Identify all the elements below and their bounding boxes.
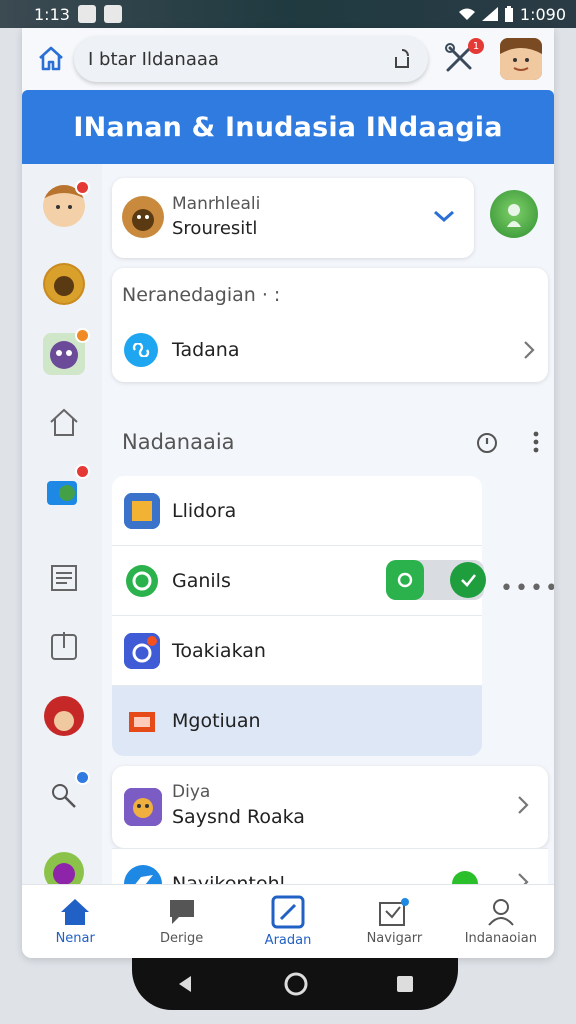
- feature-toggle[interactable]: [386, 560, 486, 600]
- account-avatar: [122, 196, 164, 238]
- edit-icon: [271, 895, 305, 929]
- account-selector[interactable]: Manrhleali Srouresitl: [112, 178, 474, 258]
- export-icon: [51, 632, 77, 660]
- nav-tab-edit[interactable]: Aradan: [235, 885, 341, 958]
- detail-label: Diya: [172, 782, 211, 802]
- nav-label: Aradan: [264, 933, 312, 948]
- tools-button[interactable]: 1: [442, 38, 484, 80]
- signal-icon: [481, 7, 498, 21]
- nav-tab-home[interactable]: Nenar: [22, 885, 128, 958]
- list-item-selected[interactable]: Mgotiuan: [112, 686, 482, 756]
- notification-badge: [75, 328, 90, 343]
- page-title: INanan & Inudasia INdaagia: [22, 90, 554, 164]
- home-icon: [39, 46, 63, 71]
- list-item-label: Llidora: [172, 499, 237, 522]
- character-icon: [124, 788, 162, 826]
- section-title: Neranedagian · :: [122, 284, 281, 306]
- left-sidebar: [22, 164, 102, 892]
- sidebar-item-user2[interactable]: [42, 694, 86, 738]
- system-navigation-bar: [132, 958, 458, 1010]
- back-icon[interactable]: [175, 973, 197, 995]
- list-item-label: Ganils: [172, 569, 231, 592]
- nav-label: Derige: [160, 931, 204, 946]
- list-item-label: Tadana: [172, 339, 240, 361]
- nav-tab-inbox[interactable]: Navigarr: [341, 885, 447, 958]
- top-bar: I btar Ildanaaa 1: [22, 28, 554, 90]
- avatar: [43, 695, 85, 737]
- profile-icon: [488, 899, 514, 926]
- battery-icon: [504, 6, 513, 22]
- app-window: I btar Ildanaaa 1 INanan & Inudasia INda…: [22, 28, 554, 958]
- search-value: I btar Ildanaaa: [88, 48, 219, 70]
- chevron-right-icon: [524, 341, 535, 359]
- check-icon: [450, 562, 486, 598]
- status-time: 1:13: [34, 4, 70, 24]
- info-icon[interactable]: [476, 432, 498, 454]
- search-input[interactable]: I btar Ildanaaa: [74, 36, 428, 82]
- figure-icon: [507, 204, 521, 227]
- status-bar: 1:13 1:090: [0, 0, 576, 28]
- sidebar-item-search[interactable]: [42, 770, 90, 818]
- chevron-down-icon[interactable]: [432, 208, 456, 224]
- detail-card[interactable]: Diya Saysnd Roaka: [112, 766, 548, 848]
- app-circle-icon: [124, 563, 160, 599]
- toggle-knob-icon: [386, 560, 424, 600]
- chat-icon: [169, 900, 194, 924]
- list-icon: [51, 565, 77, 591]
- wifi-icon: [458, 8, 475, 20]
- list-item[interactable]: Tadana: [112, 328, 548, 372]
- lion-avatar-icon: [43, 263, 85, 305]
- app-tile-icon: [124, 703, 160, 739]
- notification-badge: [75, 770, 90, 785]
- notification-badge: [75, 464, 90, 479]
- more-vertical-icon[interactable]: [528, 430, 544, 454]
- sidebar-item-lion[interactable]: [42, 262, 86, 306]
- app-tile-icon: [124, 632, 160, 669]
- main-content: Manrhleali Srouresitl Neranedagian · : T…: [102, 164, 554, 918]
- home-button[interactable]: [26, 36, 76, 80]
- group-list: Llidora Ganils Toakiakan Mgotiuan: [112, 476, 482, 762]
- chevron-right-icon: [518, 796, 529, 814]
- app-tile-icon: [124, 492, 160, 529]
- nav-label: Navigarr: [366, 931, 423, 946]
- sidebar-item-user1[interactable]: [42, 180, 90, 228]
- sidebar-item-home[interactable]: [42, 400, 86, 444]
- nav-label: Indanaoian: [464, 931, 537, 946]
- section-card: Neranedagian · : Tadana: [112, 268, 548, 382]
- home-circle-icon[interactable]: [283, 971, 309, 997]
- nav-tab-chat[interactable]: Derige: [128, 885, 234, 958]
- inbox-icon: [379, 898, 410, 926]
- list-item[interactable]: Llidora: [112, 476, 482, 546]
- sidebar-item-list[interactable]: [42, 556, 86, 600]
- status-time-right: 1:090: [519, 4, 566, 24]
- sidebar-item-export[interactable]: [42, 624, 86, 668]
- avatar-image: [500, 38, 542, 80]
- list-item[interactable]: Toakiakan: [112, 616, 482, 686]
- home-icon: [50, 408, 78, 436]
- profile-avatar[interactable]: [500, 38, 542, 80]
- secondary-avatar[interactable]: [490, 190, 538, 238]
- bottom-navigation: Nenar Derige Aradan Navigarr Indanaoian: [22, 884, 554, 958]
- account-label: Manrhleali: [172, 194, 261, 214]
- account-value: Srouresitl: [172, 218, 258, 239]
- nav-tab-profile[interactable]: Indanaoian: [448, 885, 554, 958]
- list-item-label: Mgotiuan: [172, 710, 261, 732]
- sync-icon: [124, 333, 158, 367]
- more-horizontal-icon[interactable]: ••••: [500, 576, 554, 601]
- home-icon: [61, 899, 90, 925]
- notification-badge: 1: [468, 38, 484, 54]
- search-icon: [52, 784, 76, 808]
- list-item-label: Toakiakan: [172, 639, 266, 662]
- app-notification-icon: [103, 5, 122, 23]
- notification-icon: [77, 5, 96, 23]
- notification-badge: [75, 180, 90, 195]
- sidebar-item-monster[interactable]: [42, 328, 90, 376]
- recents-icon[interactable]: [395, 974, 415, 994]
- group-title: Nadanaaia: [122, 430, 235, 454]
- gallery-icon: [47, 481, 77, 505]
- share-icon[interactable]: [390, 47, 414, 71]
- detail-value: Saysnd Roaka: [172, 806, 305, 828]
- nav-label: Nenar: [55, 931, 95, 946]
- sidebar-item-photos[interactable]: [42, 464, 90, 512]
